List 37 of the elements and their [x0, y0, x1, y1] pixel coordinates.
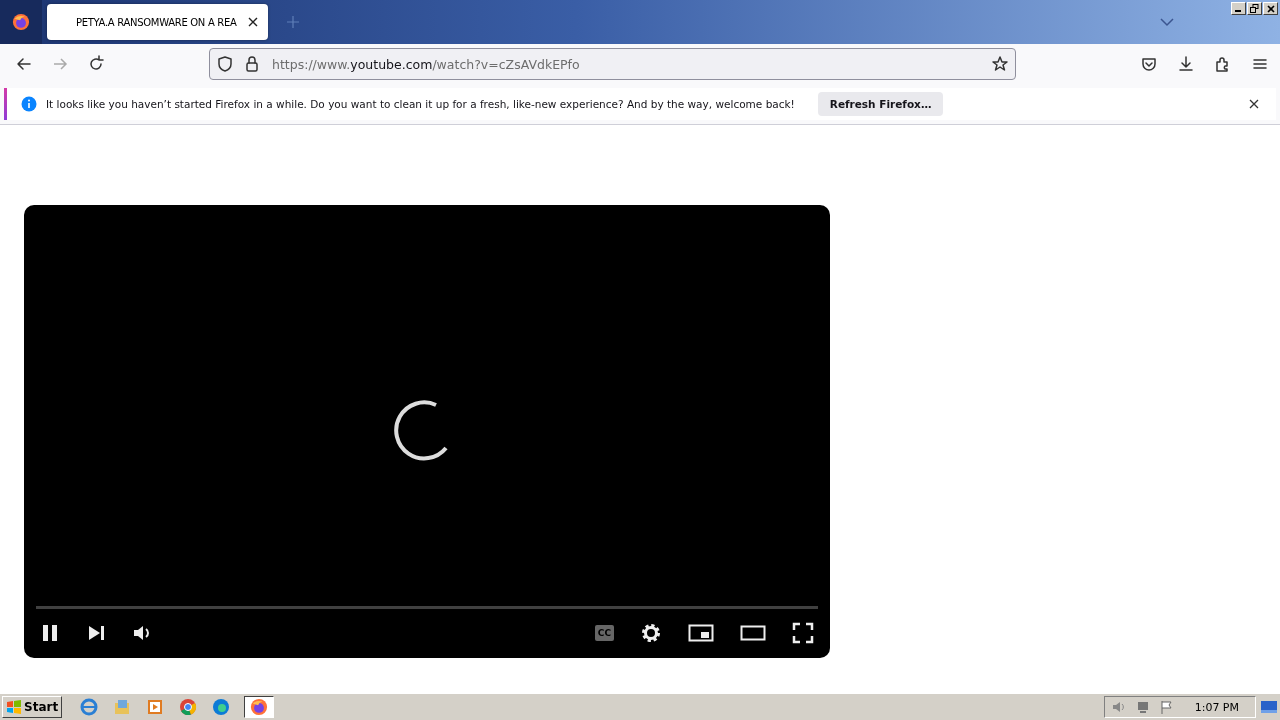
shield-icon[interactable]	[216, 55, 234, 73]
chrome-icon[interactable]	[179, 698, 198, 716]
pause-icon[interactable]	[40, 623, 60, 643]
info-icon	[21, 96, 37, 112]
desktop-icon[interactable]	[1260, 699, 1278, 715]
pocket-icon[interactable]	[1140, 55, 1158, 73]
edge-icon[interactable]	[212, 698, 231, 716]
miniplayer-icon[interactable]	[688, 623, 714, 643]
taskbar-button[interactable]	[244, 696, 275, 718]
star-icon[interactable]	[991, 55, 1009, 73]
firefox-icon	[12, 13, 30, 31]
start-button[interactable]: Start	[2, 696, 63, 718]
windows-logo-icon	[6, 700, 22, 714]
subtitles-button[interactable]: CC	[594, 625, 614, 641]
chevron-down-icon[interactable]	[1160, 17, 1174, 27]
lock-icon[interactable]	[244, 55, 260, 73]
notification-message: It looks like you haven’t started Firefox in a while. Do you want to clean it up for a fresh, like-new experience? And by the way, welcome back!	[46, 98, 795, 110]
fullscreen-icon[interactable]	[792, 622, 814, 644]
refresh-firefox-button[interactable]: Refresh Firefox…	[817, 92, 944, 116]
reload-icon[interactable]	[87, 55, 105, 73]
browser-tab[interactable]: PETYA.A RANSOMWARE ON A REA	[47, 4, 268, 40]
internet-explorer-icon[interactable]	[80, 698, 99, 716]
media-player-icon[interactable]	[146, 698, 165, 716]
minimize-icon[interactable]	[1231, 2, 1246, 15]
address-bar[interactable]: https://www.youtube.com/watch?v=cZsAVdkEPfo	[209, 48, 1016, 80]
close-icon[interactable]	[1249, 99, 1259, 109]
restore-icon[interactable]	[1247, 2, 1262, 15]
clock: 1:07 PM	[1194, 700, 1239, 714]
url-text: https://www.youtube.com/watch?v=cZsAVdkEPfo	[272, 56, 581, 72]
next-icon[interactable]	[86, 623, 106, 643]
close-icon[interactable]	[246, 15, 260, 29]
download-icon[interactable]	[1177, 55, 1195, 73]
flag-icon[interactable]	[1158, 699, 1175, 715]
theater-mode-icon[interactable]	[740, 623, 766, 643]
settings-icon[interactable]	[640, 622, 662, 644]
firefox-icon	[250, 698, 269, 716]
back-icon[interactable]	[15, 55, 33, 73]
